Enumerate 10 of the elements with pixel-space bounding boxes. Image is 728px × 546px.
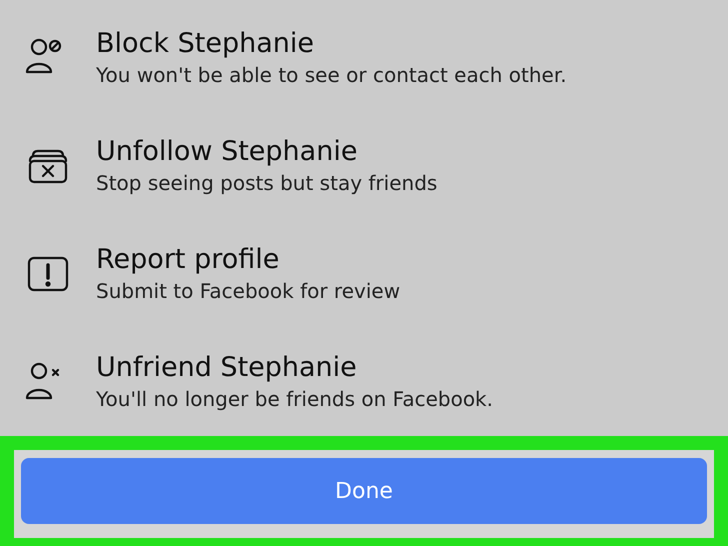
action-title[interactable]: Unfriend Stephanie — [96, 351, 493, 385]
action-description: Stop seeing posts but stay friends — [96, 170, 438, 197]
action-title[interactable]: Unfollow Stephanie — [96, 135, 438, 169]
action-title[interactable]: Report profile — [96, 243, 400, 277]
done-button[interactable]: Done — [21, 458, 707, 524]
action-description: You won't be able to see or contact each other. — [96, 62, 567, 89]
action-description: You'll no longer be friends on Facebook. — [96, 386, 493, 413]
action-title[interactable]: Block Stephanie — [96, 27, 567, 61]
action-description: Submit to Facebook for review — [96, 278, 400, 305]
exclamation-icon — [26, 255, 70, 293]
